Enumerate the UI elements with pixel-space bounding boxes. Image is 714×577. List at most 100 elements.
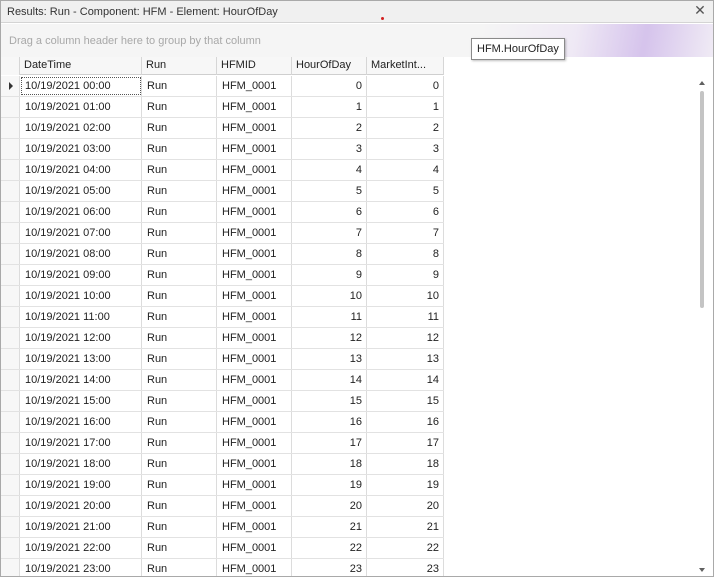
- cell-run[interactable]: Run: [142, 454, 217, 474]
- cell-run[interactable]: Run: [142, 181, 217, 201]
- cell-run[interactable]: Run: [142, 349, 217, 369]
- cell-run[interactable]: Run: [142, 391, 217, 411]
- cell-hfmid[interactable]: HFM_0001: [217, 559, 292, 576]
- cell-datetime[interactable]: 10/19/2021 00:00: [20, 76, 142, 96]
- column-header-datetime[interactable]: DateTime: [20, 57, 142, 75]
- table-row[interactable]: 10/19/2021 20:00 Run HFM_0001 20 20: [1, 496, 444, 517]
- row-indicator[interactable]: [1, 496, 20, 516]
- cell-hfmid[interactable]: HFM_0001: [217, 475, 292, 495]
- cell-marketint[interactable]: 13: [367, 349, 444, 369]
- results-grid[interactable]: DateTime Run HFMID HourOfDay MarketInt..…: [1, 57, 713, 576]
- cell-marketint[interactable]: 0: [367, 76, 444, 96]
- row-indicator[interactable]: [1, 244, 20, 264]
- cell-hourofday[interactable]: 8: [292, 244, 367, 264]
- cell-datetime[interactable]: 10/19/2021 11:00: [20, 307, 142, 327]
- cell-hourofday[interactable]: 5: [292, 181, 367, 201]
- table-row[interactable]: 10/19/2021 03:00 Run HFM_0001 3 3: [1, 139, 444, 160]
- table-row[interactable]: 10/19/2021 10:00 Run HFM_0001 10 10: [1, 286, 444, 307]
- cell-hfmid[interactable]: HFM_0001: [217, 496, 292, 516]
- table-row[interactable]: 10/19/2021 19:00 Run HFM_0001 19 19: [1, 475, 444, 496]
- column-header-run[interactable]: Run: [142, 57, 217, 75]
- table-row[interactable]: 10/19/2021 11:00 Run HFM_0001 11 11: [1, 307, 444, 328]
- table-row[interactable]: 10/19/2021 15:00 Run HFM_0001 15 15: [1, 391, 444, 412]
- column-header-marketint[interactable]: MarketInt...: [367, 57, 444, 75]
- cell-hourofday[interactable]: 20: [292, 496, 367, 516]
- row-indicator[interactable]: [1, 97, 20, 117]
- cell-hfmid[interactable]: HFM_0001: [217, 244, 292, 264]
- scroll-thumb[interactable]: [700, 91, 704, 308]
- column-header-hfmid[interactable]: HFMID: [217, 57, 292, 75]
- cell-datetime[interactable]: 10/19/2021 07:00: [20, 223, 142, 243]
- cell-hfmid[interactable]: HFM_0001: [217, 307, 292, 327]
- cell-run[interactable]: Run: [142, 496, 217, 516]
- table-row[interactable]: 10/19/2021 14:00 Run HFM_0001 14 14: [1, 370, 444, 391]
- cell-hourofday[interactable]: 23: [292, 559, 367, 576]
- cell-datetime[interactable]: 10/19/2021 08:00: [20, 244, 142, 264]
- cell-run[interactable]: Run: [142, 139, 217, 159]
- close-icon[interactable]: ✕: [693, 4, 707, 18]
- cell-marketint[interactable]: 5: [367, 181, 444, 201]
- row-indicator[interactable]: [1, 160, 20, 180]
- cell-hourofday[interactable]: 18: [292, 454, 367, 474]
- cell-datetime[interactable]: 10/19/2021 01:00: [20, 97, 142, 117]
- cell-hourofday[interactable]: 16: [292, 412, 367, 432]
- row-indicator[interactable]: [1, 370, 20, 390]
- row-indicator[interactable]: [1, 349, 20, 369]
- cell-run[interactable]: Run: [142, 97, 217, 117]
- row-indicator[interactable]: [1, 202, 20, 222]
- cell-hourofday[interactable]: 6: [292, 202, 367, 222]
- cell-marketint[interactable]: 9: [367, 265, 444, 285]
- cell-run[interactable]: Run: [142, 160, 217, 180]
- table-row[interactable]: 10/19/2021 18:00 Run HFM_0001 18 18: [1, 454, 444, 475]
- cell-marketint[interactable]: 20: [367, 496, 444, 516]
- row-indicator[interactable]: [1, 223, 20, 243]
- cell-hourofday[interactable]: 19: [292, 475, 367, 495]
- cell-datetime[interactable]: 10/19/2021 03:00: [20, 139, 142, 159]
- row-indicator[interactable]: [1, 454, 20, 474]
- cell-marketint[interactable]: 14: [367, 370, 444, 390]
- cell-marketint[interactable]: 16: [367, 412, 444, 432]
- table-row[interactable]: 10/19/2021 23:00 Run HFM_0001 23 23: [1, 559, 444, 576]
- cell-datetime[interactable]: 10/19/2021 18:00: [20, 454, 142, 474]
- column-header-hourofday[interactable]: HourOfDay: [292, 57, 367, 75]
- cell-run[interactable]: Run: [142, 223, 217, 243]
- cell-datetime[interactable]: 10/19/2021 23:00: [20, 559, 142, 576]
- scroll-up-icon[interactable]: [699, 81, 705, 85]
- cell-hourofday[interactable]: 14: [292, 370, 367, 390]
- cell-run[interactable]: Run: [142, 433, 217, 453]
- cell-run[interactable]: Run: [142, 307, 217, 327]
- cell-marketint[interactable]: 2: [367, 118, 444, 138]
- cell-hfmid[interactable]: HFM_0001: [217, 223, 292, 243]
- cell-marketint[interactable]: 18: [367, 454, 444, 474]
- cell-datetime[interactable]: 10/19/2021 12:00: [20, 328, 142, 348]
- cell-marketint[interactable]: 23: [367, 559, 444, 576]
- group-by-panel[interactable]: Drag a column header here to group by th…: [1, 24, 713, 57]
- cell-datetime[interactable]: 10/19/2021 09:00: [20, 265, 142, 285]
- cell-hfmid[interactable]: HFM_0001: [217, 538, 292, 558]
- cell-hfmid[interactable]: HFM_0001: [217, 265, 292, 285]
- cell-hourofday[interactable]: 17: [292, 433, 367, 453]
- cell-hourofday[interactable]: 21: [292, 517, 367, 537]
- cell-run[interactable]: Run: [142, 370, 217, 390]
- cell-hfmid[interactable]: HFM_0001: [217, 349, 292, 369]
- cell-hfmid[interactable]: HFM_0001: [217, 328, 292, 348]
- cell-datetime[interactable]: 10/19/2021 06:00: [20, 202, 142, 222]
- cell-datetime[interactable]: 10/19/2021 13:00: [20, 349, 142, 369]
- cell-run[interactable]: Run: [142, 517, 217, 537]
- cell-datetime[interactable]: 10/19/2021 14:00: [20, 370, 142, 390]
- row-indicator[interactable]: [1, 139, 20, 159]
- cell-hfmid[interactable]: HFM_0001: [217, 160, 292, 180]
- cell-marketint[interactable]: 12: [367, 328, 444, 348]
- table-row[interactable]: 10/19/2021 13:00 Run HFM_0001 13 13: [1, 349, 444, 370]
- cell-datetime[interactable]: 10/19/2021 17:00: [20, 433, 142, 453]
- cell-run[interactable]: Run: [142, 118, 217, 138]
- row-indicator[interactable]: [1, 412, 20, 432]
- row-indicator[interactable]: [1, 118, 20, 138]
- vertical-scrollbar[interactable]: [698, 79, 707, 572]
- cell-datetime[interactable]: 10/19/2021 22:00: [20, 538, 142, 558]
- cell-marketint[interactable]: 4: [367, 160, 444, 180]
- cell-hourofday[interactable]: 10: [292, 286, 367, 306]
- cell-hfmid[interactable]: HFM_0001: [217, 433, 292, 453]
- row-indicator[interactable]: [1, 307, 20, 327]
- cell-hfmid[interactable]: HFM_0001: [217, 412, 292, 432]
